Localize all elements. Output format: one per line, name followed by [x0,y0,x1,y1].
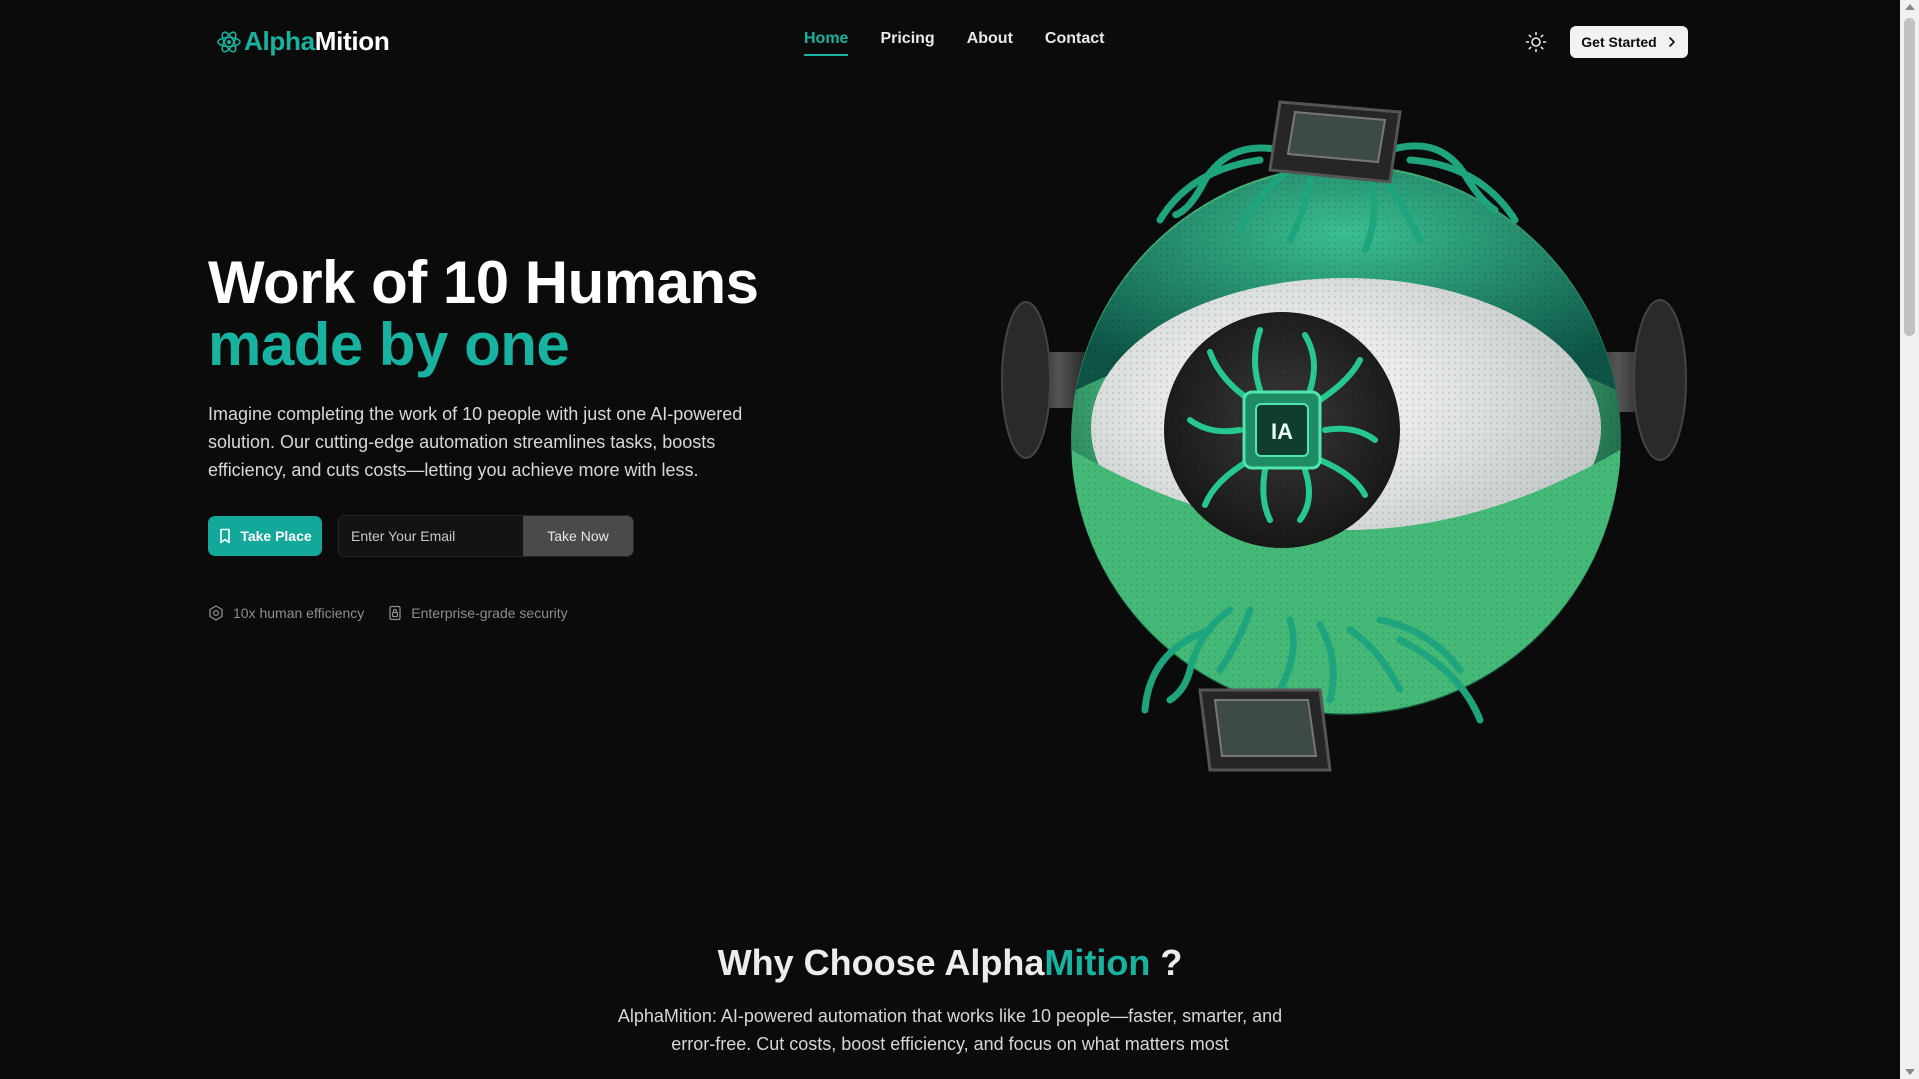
hero-title-line1: Work of 10 Humans [208,249,759,316]
take-place-label: Take Place [240,528,312,544]
hero-title-line2: made by one [208,311,570,378]
chip-label: IA [1271,419,1293,444]
why-title-accent: Mition [1044,942,1151,983]
scrollbar-thumb[interactable] [1904,18,1915,336]
scroll-up-arrow-icon[interactable] [1905,4,1915,10]
hero-illustration: IA [960,90,1720,790]
page: Alpha Mition Home Pricing About Contact G… [0,0,1900,1079]
nav-links: Home Pricing About Contact [804,30,1104,56]
chevron-right-icon [1668,37,1675,47]
hero-description: Imagine completing the work of 10 people… [208,404,743,480]
robot-eye-sphere-illustration: IA [1001,100,1687,772]
why-title-post: ? [1150,942,1183,983]
lock-icon [389,605,401,621]
get-started-button[interactable]: Get Started [1570,26,1688,58]
feature-efficiency-label: 10x human efficiency [233,605,365,621]
top-nav: Alpha Mition Home Pricing About Contact G… [0,0,1900,86]
why-choose-title: Why Choose AlphaMition ? [0,942,1900,984]
why-title-pre: Why Choose Alpha [717,942,1045,983]
get-started-label: Get Started [1581,34,1657,50]
logo-atom-icon [217,30,241,53]
nav-link-pricing[interactable]: Pricing [880,30,934,56]
take-place-button[interactable]: Take Place [208,516,322,556]
hexagon-icon [209,605,223,621]
logo-text: Mition [314,26,390,56]
take-now-button[interactable]: Take Now [523,516,633,556]
feature-security-label: Enterprise-grade security [411,605,568,621]
vertical-scrollbar[interactable] [1900,0,1919,1079]
logo-text-accent: Alpha [244,26,315,56]
nav-link-about[interactable]: About [967,30,1013,56]
why-choose-description: AlphaMition: AI-powered automation that … [617,1006,1283,1054]
email-signup: Take Now [338,515,634,557]
email-input[interactable] [339,516,523,556]
bookmark-icon [220,528,231,544]
hero-cta-row: Take Place Take Now [208,515,634,557]
hero-features: 10x human efficiency Enterprise-grade se… [208,605,568,621]
nav-link-home[interactable]: Home [804,30,849,56]
logo[interactable]: Alpha Mition [216,26,390,57]
hero-title: Work of 10 Humans made by one [208,252,759,376]
feature-security: Enterprise-grade security [388,605,568,621]
nav-link-contact[interactable]: Contact [1045,30,1105,56]
feature-efficiency: 10x human efficiency [208,605,364,621]
sun-icon[interactable] [1524,30,1548,54]
scroll-down-arrow-icon[interactable] [1905,1069,1915,1075]
